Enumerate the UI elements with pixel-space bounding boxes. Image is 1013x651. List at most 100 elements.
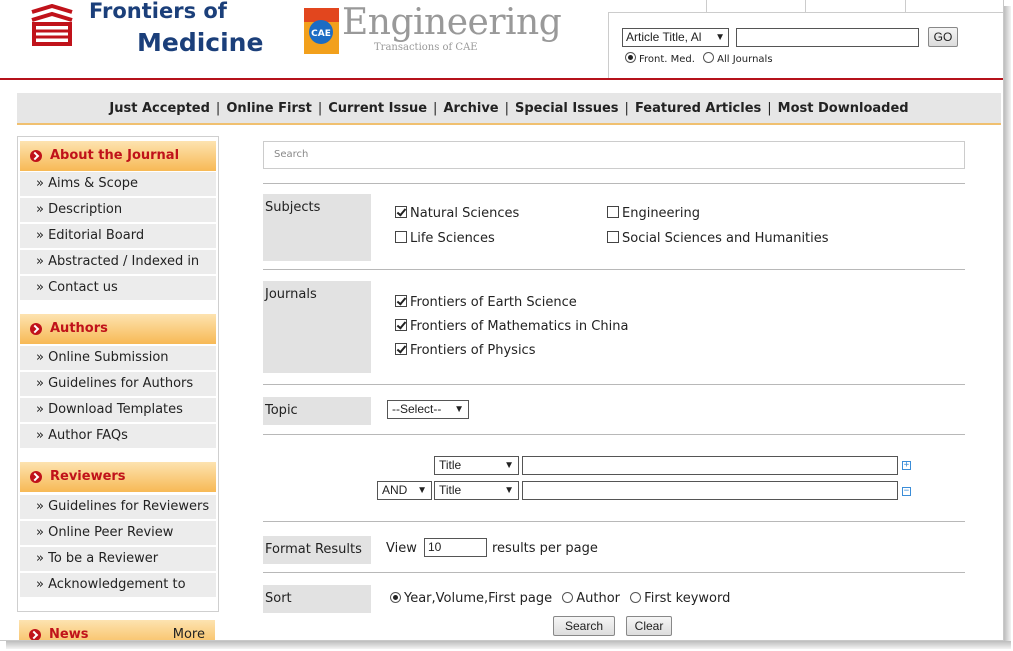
divider [263,434,965,435]
checkbox[interactable] [607,231,619,243]
sidebar-item-guidelines-authors[interactable]: » Guidelines for Authors [20,372,216,396]
sidebar-item-editorial-board[interactable]: » Editorial Board [20,224,216,248]
field-select-value: Title [439,458,462,472]
search-placeholder: Search [274,149,309,160]
sidebar-item-download-templates[interactable]: » Download Templates [20,398,216,422]
scope-radio-front-med[interactable] [625,52,636,63]
operator-select-row2[interactable]: AND ▼ [377,481,432,500]
checkbox-label: Frontiers of Earth Science [410,295,577,310]
sidebar-item-contact-us[interactable]: » Contact us [20,276,216,300]
go-button[interactable]: GO [928,27,958,47]
field-select-row2[interactable]: Title ▼ [434,481,519,500]
bullet-arrow-icon [30,323,42,335]
sidebar-header-label: About the Journal [50,148,180,163]
scope-radio-all-journals[interactable] [703,52,715,63]
checkbox-label: Natural Sciences [410,206,520,221]
nav-archive[interactable]: Archive [443,101,498,116]
checkbox[interactable] [395,206,407,218]
sort-label-author: Author [576,591,621,606]
sidebar-item-online-peer-review[interactable]: » Online Peer Review [20,521,216,545]
sidebar-item-acknowledgement[interactable]: » Acknowledgement to [20,573,216,597]
checkbox[interactable] [395,231,407,243]
quick-search-input[interactable] [736,28,919,47]
engineering-badge-icon[interactable]: CAE [304,8,339,54]
sidebar-item-to-be-reviewer[interactable]: » To be a Reviewer [20,547,216,571]
sidebar-header-reviewers[interactable]: Reviewers [20,462,216,492]
badge-text: CAE [311,29,331,39]
subjects-label: Subjects [263,194,371,261]
sidebar-header-authors[interactable]: Authors [20,314,216,344]
sort-radio-year[interactable] [390,592,401,603]
top-tab-strip [706,0,1003,12]
field-input-row1[interactable] [522,456,898,475]
sort-radio-keyword[interactable] [630,592,642,603]
field-select-row1[interactable]: Title ▼ [434,456,519,475]
add-row-icon[interactable]: + [902,461,911,470]
bullet-arrow-icon [29,629,41,640]
journal-title-line2[interactable]: Medicine [137,28,263,57]
sort-label: Sort [263,585,371,613]
nav-most-downloaded[interactable]: Most Downloaded [778,101,909,116]
search-button[interactable]: Search [553,616,615,636]
journal-title-line1[interactable]: Frontiers of [89,0,227,23]
bullet-arrow-icon [30,150,42,162]
window-shadow-right [1004,6,1011,646]
checkbox[interactable] [395,295,407,307]
scope-label-front-med: Front. Med. [639,54,695,65]
topic-select-value: --Select-- [392,402,442,416]
subject-engineering[interactable]: Engineering [607,206,700,221]
subject-social-sciences[interactable]: Social Sciences and Humanities [607,231,829,246]
checkbox-label: Engineering [622,206,700,221]
advanced-search-input[interactable]: Search [263,141,965,169]
checkbox[interactable] [395,319,407,331]
checkbox[interactable] [395,343,407,355]
chevron-down-icon: ▼ [504,460,514,471]
subject-life-sciences[interactable]: Life Sciences [395,231,495,246]
search-field-select[interactable]: Article Title, Al ▼ [622,28,729,47]
divider [263,384,965,385]
topic-select[interactable]: --Select-- ▼ [387,400,469,419]
sidebar-header-about[interactable]: About the Journal [20,141,216,171]
nav-online-first[interactable]: Online First [226,101,312,116]
subject-natural-sciences[interactable]: Natural Sciences [395,206,519,221]
main-nav: Just Accepted | Online First | Current Issue… [17,93,1001,125]
top-tab-divider [805,0,806,12]
nav-special-issues[interactable]: Special Issues [515,101,619,116]
journal-physics[interactable]: Frontiers of Physics [395,343,535,358]
sidebar-item-guidelines-reviewers[interactable]: » Guidelines for Reviewers [20,495,216,519]
sidebar-item-aims-scope[interactable]: » Aims & Scope [20,172,216,196]
window-shadow-bottom [6,641,1011,649]
field-select-value: Title [439,483,462,497]
news-more-link[interactable]: More [173,620,205,640]
checkbox[interactable] [607,206,619,218]
sidebar-item-abstracted-indexed[interactable]: » Abstracted / Indexed in [20,250,216,274]
sidebar-item-description[interactable]: » Description [20,198,216,222]
scope-label-all-journals: All Journals [717,54,773,65]
nav-current-issue[interactable]: Current Issue [328,101,427,116]
partner-title[interactable]: Engineering [342,2,562,43]
nav-just-accepted[interactable]: Just Accepted [109,101,210,116]
checkbox-label: Frontiers of Mathematics in China [410,319,629,334]
checkbox-label: Frontiers of Physics [410,343,536,358]
nav-featured-articles[interactable]: Featured Articles [635,101,761,116]
remove-row-icon[interactable]: − [902,487,911,496]
chevron-down-icon: ▼ [417,485,427,496]
chevron-down-icon: ▼ [715,32,725,43]
chevron-down-icon: ▼ [454,404,464,415]
bullet-arrow-icon [30,471,42,483]
clear-button[interactable]: Clear [626,616,672,636]
divider [263,521,965,522]
top-tab-divider [905,0,906,12]
divider [263,572,965,573]
field-input-row2[interactable] [522,481,898,500]
sidebar-item-online-submission[interactable]: » Online Submission [20,346,216,370]
sidebar-header-news[interactable]: News More [19,620,215,640]
topic-label: Topic [263,397,371,425]
journal-earth-science[interactable]: Frontiers of Earth Science [395,295,577,310]
site-header: Frontiers of Medicine CAE Engineering Tr… [0,0,1003,80]
journal-logo-icon[interactable] [28,4,76,48]
sidebar-item-author-faqs[interactable]: » Author FAQs [20,424,216,448]
journal-mathematics-china[interactable]: Frontiers of Mathematics in China [395,319,628,334]
per-page-input[interactable]: 10 [424,538,487,557]
sort-radio-author[interactable] [562,592,574,603]
